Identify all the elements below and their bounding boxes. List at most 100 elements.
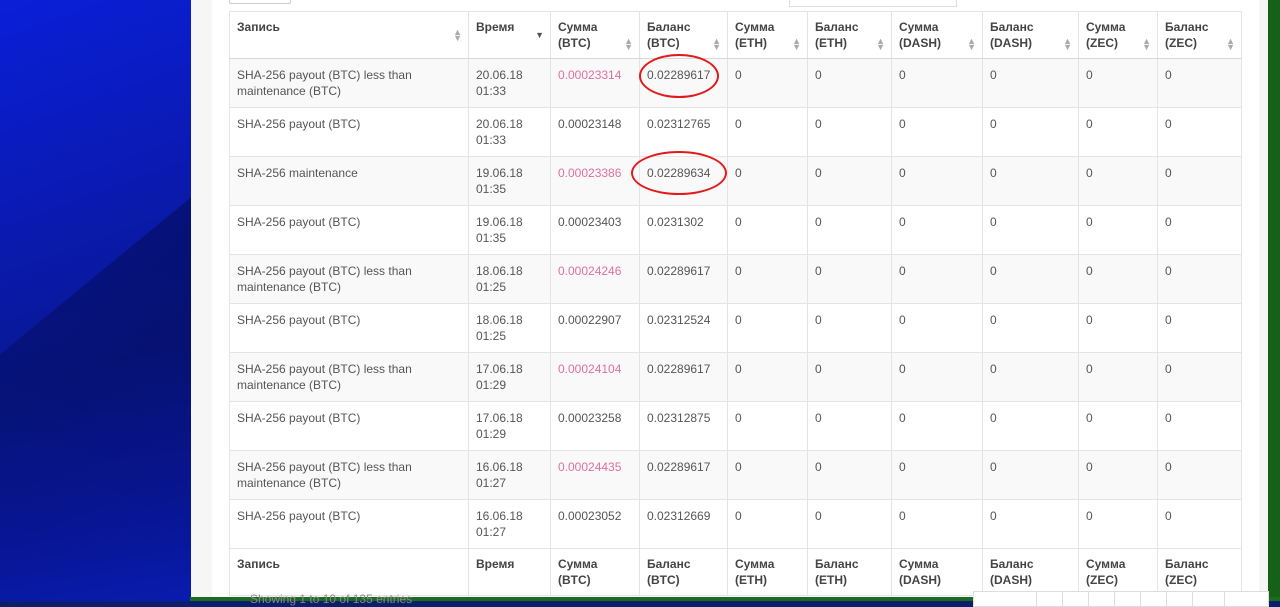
cell-text: 0 xyxy=(815,411,822,425)
cell-record: SHA-256 payout (BTC) less than maintenan… xyxy=(229,58,469,108)
cell-text: 0 xyxy=(1086,411,1093,425)
table-row: SHA-256 payout (BTC) less than maintenan… xyxy=(229,352,1242,402)
cell-sum-dash: 0 xyxy=(891,107,983,157)
column-header-label: Баланс (ETH) xyxy=(815,20,859,50)
cell-text: 0 xyxy=(1086,509,1093,523)
content-panel: Запись ▲ ▼ Время ▼ Сумма (BTC) ▲ ▼ Баланс (BTC) ▲… xyxy=(191,0,1269,607)
pagination-page[interactable] xyxy=(1036,591,1063,607)
cell-bal-zec: 0 xyxy=(1157,107,1242,157)
pagination-next[interactable] xyxy=(1224,591,1269,607)
cell-record: SHA-256 payout (BTC) less than maintenan… xyxy=(229,254,469,304)
cell-text: 0 xyxy=(1086,215,1093,229)
cell-text: 0 xyxy=(735,215,742,229)
cell-sum-eth: 0 xyxy=(727,499,808,549)
cell-bal-dash: 0 xyxy=(982,58,1079,108)
cell-time: 18.06.18 01:25 xyxy=(468,303,551,353)
cell-text: 0 xyxy=(990,264,997,278)
cell-text: SHA-256 payout (BTC) xyxy=(237,509,361,523)
cell-text: 0 xyxy=(899,460,906,474)
cell-text: 0.00024246 xyxy=(558,264,622,278)
cell-text: 0 xyxy=(899,117,906,131)
pagination-page[interactable] xyxy=(1088,591,1115,607)
pagination-page[interactable] xyxy=(1166,591,1193,607)
cell-record: SHA-256 payout (BTC) xyxy=(229,303,469,353)
table-row: SHA-256 payout (BTC) 17.06.18 01:29 0.0002… xyxy=(229,401,1242,451)
page-length-select[interactable] xyxy=(229,0,291,4)
pagination-previous[interactable] xyxy=(973,591,1037,607)
cell-sum-btc: 0.00022907 xyxy=(550,303,640,353)
search-input[interactable] xyxy=(789,0,957,7)
cell-time: 17.06.18 01:29 xyxy=(468,352,551,402)
cell-text: 0.00024435 xyxy=(558,460,622,474)
column-header[interactable]: Сумма (ETH) ▲ ▼ xyxy=(727,11,808,59)
cell-text: 0 xyxy=(815,117,822,131)
cell-text: 0 xyxy=(990,166,997,180)
cell-sum-dash: 0 xyxy=(891,303,983,353)
table-row: SHA-256 payout (BTC) 16.06.18 01:27 0.0002… xyxy=(229,499,1242,549)
table-row: SHA-256 payout (BTC) 19.06.18 01:35 0.0002… xyxy=(229,205,1242,255)
pagination-page[interactable] xyxy=(1114,591,1141,607)
cell-text: 0 xyxy=(815,509,822,523)
table-row: SHA-256 payout (BTC) less than maintenan… xyxy=(229,254,1242,304)
cell-time: 17.06.18 01:29 xyxy=(468,401,551,451)
cell-text: SHA-256 payout (BTC) xyxy=(237,117,361,131)
cell-bal-btc: 0.02312669 xyxy=(639,499,728,549)
cell-record: SHA-256 payout (BTC) xyxy=(229,499,469,549)
cell-text: SHA-256 payout (BTC) xyxy=(237,411,361,425)
cell-text: 0 xyxy=(899,215,906,229)
cell-sum-btc: 0.00023386 xyxy=(550,156,640,206)
column-header[interactable]: Сумма (BTC) ▲ ▼ xyxy=(550,11,640,59)
cell-text: 0 xyxy=(899,362,906,376)
cell-bal-btc: 0.02312524 xyxy=(639,303,728,353)
cell-sum-zec: 0 xyxy=(1078,107,1158,157)
cell-text: 0 xyxy=(735,166,742,180)
column-header[interactable]: Баланс (ZEC) ▲ ▼ xyxy=(1157,11,1242,59)
pagination-page[interactable] xyxy=(1140,591,1167,607)
cell-text: 0.00023258 xyxy=(558,411,622,425)
cell-text: 0 xyxy=(735,411,742,425)
cell-text: 0 xyxy=(1086,460,1093,474)
pagination-page[interactable] xyxy=(1062,591,1089,607)
header-row: Запись ▲ ▼ Время ▼ Сумма (BTC) ▲ ▼ Баланс (BTC) ▲… xyxy=(229,11,1242,59)
cell-bal-dash: 0 xyxy=(982,303,1079,353)
column-header-label: Сумма (ETH) xyxy=(735,20,775,50)
cell-text: 0.02312524 xyxy=(647,313,711,327)
column-header[interactable]: Запись ▲ ▼ xyxy=(229,11,469,59)
table-row: SHA-256 payout (BTC) 20.06.18 01:33 0.0002… xyxy=(229,107,1242,157)
cell-bal-dash: 0 xyxy=(982,450,1079,500)
column-header[interactable]: Сумма (ZEC) ▲ ▼ xyxy=(1078,11,1158,59)
column-header-label: Баланс (BTC) xyxy=(647,20,691,50)
column-header[interactable]: Баланс (ETH) ▲ ▼ xyxy=(807,11,892,59)
cell-text: 0.00023052 xyxy=(558,509,622,523)
cell-bal-dash: 0 xyxy=(982,401,1079,451)
cell-time: 20.06.18 01:33 xyxy=(468,58,551,108)
table-row: SHA-256 payout (BTC) less than maintenan… xyxy=(229,450,1242,500)
cell-text: 0 xyxy=(1086,68,1093,82)
cell-sum-dash: 0 xyxy=(891,156,983,206)
footer-header: Сумма (ETH) xyxy=(727,548,808,596)
cell-sum-eth: 0 xyxy=(727,156,808,206)
cell-sum-btc: 0.00023258 xyxy=(550,401,640,451)
cell-bal-btc: 0.02289617 xyxy=(639,352,728,402)
cell-text: 0.02289617 xyxy=(647,460,711,474)
cell-sum-btc: 0.00023403 xyxy=(550,205,640,255)
cell-bal-btc: 0.0231302 xyxy=(639,205,728,255)
column-header[interactable]: Баланс (DASH) ▲ ▼ xyxy=(982,11,1079,59)
pagination-page[interactable] xyxy=(1192,591,1225,607)
column-header-label: Баланс (ZEC) xyxy=(1165,20,1209,50)
cell-bal-dash: 0 xyxy=(982,205,1079,255)
cell-text: 0.00023403 xyxy=(558,215,622,229)
cell-text: 20.06.18 01:33 xyxy=(476,68,523,98)
column-header[interactable]: Баланс (BTC) ▲ ▼ xyxy=(639,11,728,59)
cell-text: SHA-256 payout (BTC) less than maintenan… xyxy=(237,362,412,392)
cell-text: 20.06.18 01:33 xyxy=(476,117,523,147)
cell-sum-btc: 0.00024435 xyxy=(550,450,640,500)
cell-text: 0.02289617 xyxy=(647,68,711,82)
column-header[interactable]: Время ▼ xyxy=(468,11,551,59)
sort-both-icon: ▲ ▼ xyxy=(624,36,633,52)
cell-sum-eth: 0 xyxy=(727,352,808,402)
cell-text: 16.06.18 01:27 xyxy=(476,460,523,490)
cell-text: 0.02312765 xyxy=(647,117,711,131)
cell-sum-eth: 0 xyxy=(727,58,808,108)
column-header[interactable]: Сумма (DASH) ▲ ▼ xyxy=(891,11,983,59)
